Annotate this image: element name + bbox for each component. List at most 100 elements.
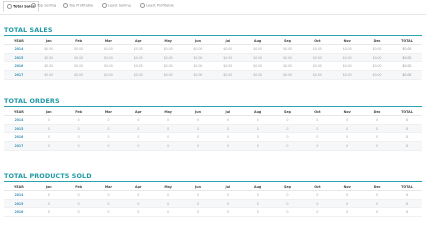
month-value-cell: 0 (123, 190, 154, 200)
column-header: TOTAL (391, 37, 422, 45)
month-value-cell: 0 (153, 115, 184, 125)
month-value-cell: $0.00 (123, 61, 154, 72)
month-value-cell: 0 (362, 115, 392, 125)
table-header-row: YEAR Jan Feb Mar Apr May Jun Jul Aug Sep Oct Nov Dec… (4, 37, 422, 45)
month-value-cell: $0.00 (153, 44, 184, 54)
table-row: 2015 $0.00 $0.00 $0.00 $0.00 $0.00 $0.00 $0.00 $… (4, 53, 422, 63)
column-header: Jan (33, 108, 64, 116)
table-row: 2017 0 0 0 0 0 0 0 0 0 0 0 0 0 (4, 141, 422, 151)
month-value-cell: $0.00 (332, 70, 363, 80)
column-header: Feb (63, 37, 94, 45)
month-value-cell: $0.00 (362, 53, 392, 63)
table-header-row: YEAR Jan Feb Mar Apr May Jun Jul Aug Sep Oct Nov Dec… (4, 108, 422, 116)
month-value-cell: 0 (153, 141, 184, 151)
bar-icon (31, 3, 36, 8)
month-value-cell: 0 (332, 124, 363, 134)
year-link[interactable]: 2014 (4, 44, 34, 54)
year-link[interactable]: 2014 (4, 115, 34, 125)
month-value-cell: $0.00 (93, 70, 124, 80)
column-header: Sep (272, 183, 303, 191)
month-value-cell: 0 (272, 141, 303, 151)
month-value-cell: 0 (183, 207, 213, 218)
column-header: Feb (63, 183, 94, 191)
tab-top-profitable[interactable]: Top Profitable (63, 3, 93, 8)
month-value-cell: 0 (332, 141, 363, 151)
table-header-row: YEAR Jan Feb Mar Apr May Jun Jul Aug Sep Oct Nov Dec… (4, 183, 422, 191)
month-value-cell: 0 (242, 207, 273, 218)
row-total-cell: 0 (391, 132, 422, 143)
column-header: Dec (362, 108, 392, 116)
tab-label: Top Selling (37, 3, 57, 8)
month-value-cell: 0 (93, 115, 124, 125)
month-value-cell: 0 (123, 115, 154, 125)
column-header: Oct (302, 183, 333, 191)
section-divider (4, 106, 422, 107)
month-value-cell: 0 (272, 124, 303, 134)
column-header: May (153, 37, 184, 45)
table-row: 2015 0 0 0 0 0 0 0 0 0 0 0 0 0 (4, 199, 422, 209)
column-header: YEAR (4, 37, 34, 45)
table-row: 2014 0 0 0 0 0 0 0 0 0 0 0 0 0 (4, 190, 422, 200)
month-value-cell: $0.00 (272, 70, 303, 80)
year-link[interactable]: 2016 (4, 132, 34, 143)
month-value-cell: $0.00 (272, 44, 303, 54)
tab-least-profitable[interactable]: Least Profitable (140, 3, 174, 8)
month-value-cell: $0.00 (242, 61, 273, 72)
month-value-cell: 0 (123, 141, 154, 151)
month-value-cell: 0 (242, 124, 273, 134)
year-link[interactable]: 2015 (4, 53, 34, 63)
month-value-cell: 0 (33, 124, 64, 134)
month-value-cell: 0 (362, 199, 392, 209)
year-link[interactable]: 2014 (4, 190, 34, 200)
month-value-cell: 0 (63, 115, 94, 125)
month-value-cell: $0.00 (123, 70, 154, 80)
column-header: Jan (33, 183, 64, 191)
month-value-cell: 0 (33, 115, 64, 125)
month-value-cell: 0 (63, 207, 94, 218)
year-link[interactable]: 2015 (4, 199, 34, 209)
month-value-cell: 0 (183, 124, 213, 134)
table-row: 2014 0 0 0 0 0 0 0 0 0 0 0 0 0 (4, 115, 422, 125)
month-value-cell: 0 (93, 207, 124, 218)
column-header: Jan (33, 37, 64, 45)
month-value-cell: 0 (332, 190, 363, 200)
month-value-cell: 0 (302, 207, 333, 218)
month-value-cell: 0 (93, 190, 124, 200)
tab-top-selling[interactable]: Top Selling (31, 3, 56, 8)
chart-icon (7, 4, 12, 9)
month-value-cell: 0 (63, 199, 94, 209)
month-value-cell: 0 (212, 207, 243, 218)
row-total-cell: $0.00 (391, 44, 422, 54)
year-link[interactable]: 2016 (4, 207, 34, 218)
month-value-cell: $0.00 (63, 44, 94, 54)
month-value-cell: 0 (93, 141, 124, 151)
row-total-cell: $0.00 (391, 70, 422, 80)
column-header: Feb (63, 108, 94, 116)
month-value-cell: 0 (183, 199, 213, 209)
month-value-cell: $0.00 (153, 61, 184, 72)
month-value-cell: $0.00 (183, 70, 213, 80)
year-link[interactable]: 2017 (4, 141, 34, 151)
tab-least-selling[interactable]: Least Selling (102, 3, 131, 8)
year-link[interactable]: 2015 (4, 124, 34, 134)
month-value-cell: 0 (302, 190, 333, 200)
table-row: 2015 0 0 0 0 0 0 0 0 0 0 0 0 0 (4, 124, 422, 134)
month-value-cell: $0.00 (362, 44, 392, 54)
month-value-cell: 0 (242, 199, 273, 209)
month-value-cell: $0.00 (362, 70, 392, 80)
column-header: Oct (302, 108, 333, 116)
month-value-cell: 0 (302, 141, 333, 151)
year-link[interactable]: 2016 (4, 61, 34, 72)
column-header: Dec (362, 37, 392, 45)
month-value-cell: $0.00 (63, 70, 94, 80)
month-value-cell: $0.00 (93, 61, 124, 72)
column-header: Mar (93, 108, 124, 116)
month-value-cell: 0 (93, 132, 124, 143)
month-value-cell: 0 (362, 190, 392, 200)
year-link[interactable]: 2017 (4, 70, 34, 80)
month-value-cell: 0 (302, 115, 333, 125)
column-header: Jun (183, 183, 213, 191)
month-value-cell: 0 (123, 124, 154, 134)
month-value-cell: $0.00 (33, 53, 64, 63)
table-row: 2016 $0.00 $0.00 $0.00 $0.00 $0.00 $0.00 $0.00 $… (4, 61, 422, 72)
